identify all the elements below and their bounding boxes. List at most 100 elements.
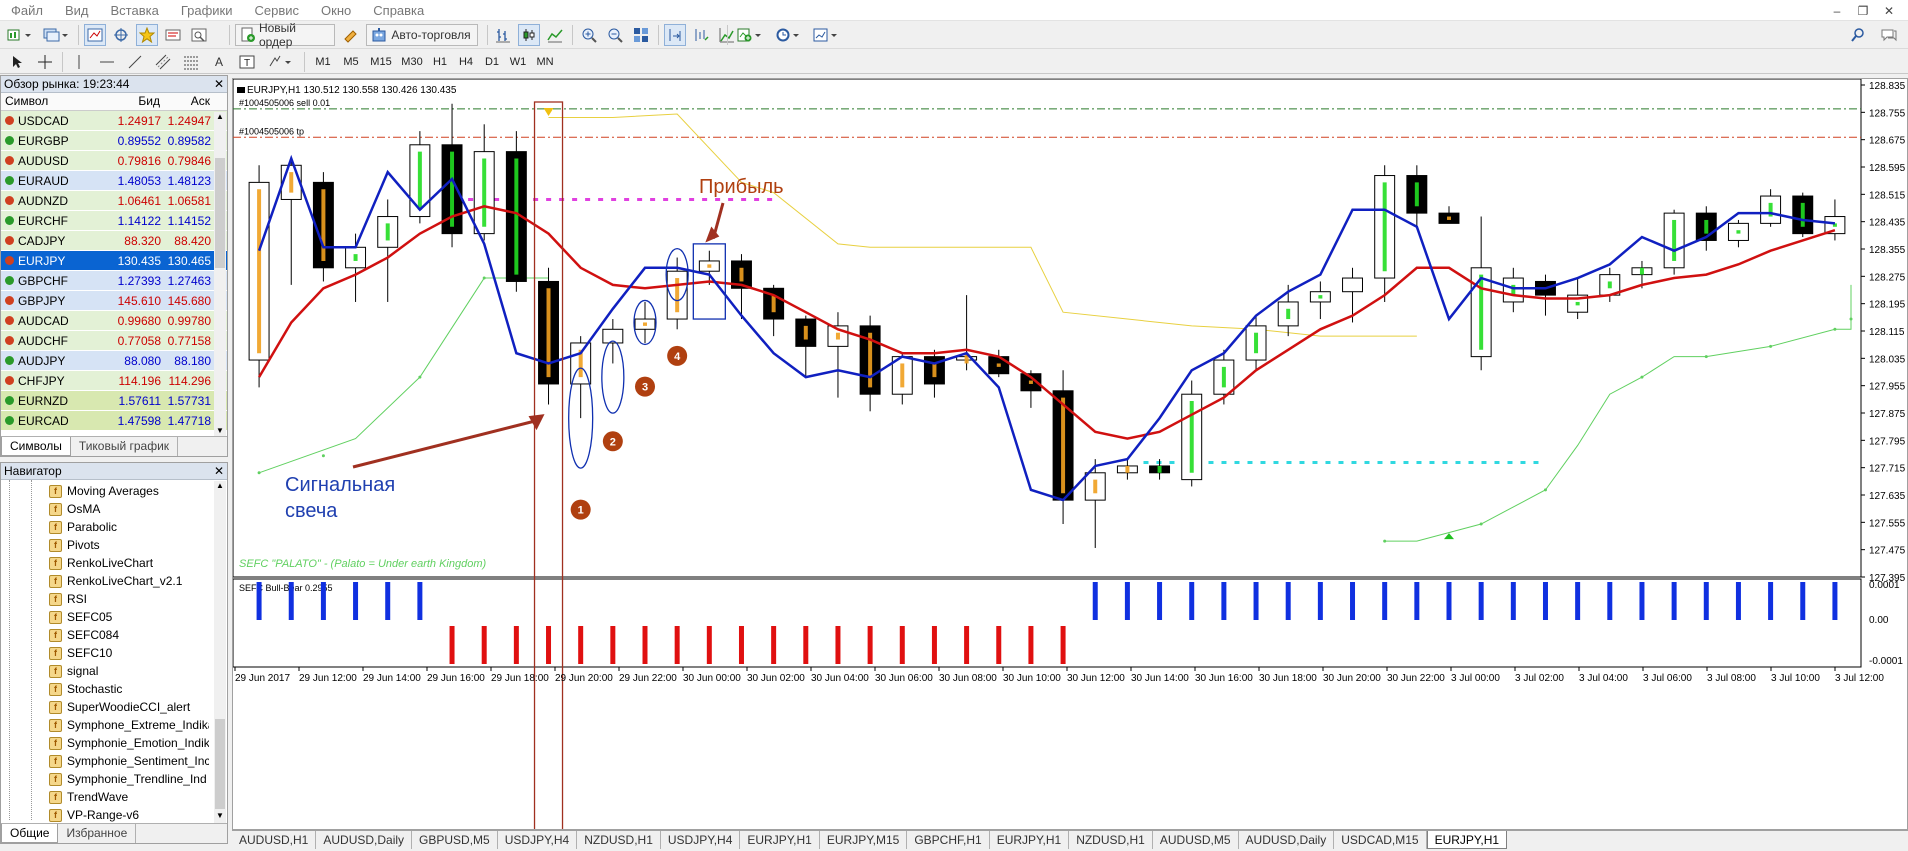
navigator-indicator-item[interactable]: f Symphone_Extreme_Indika [1, 716, 209, 734]
navigator-scrollbar[interactable]: ▲ ▼ [214, 481, 226, 823]
navigator-indicator-item[interactable]: f RenkoLiveChart [1, 554, 209, 572]
chart-window-icon[interactable] [84, 24, 106, 46]
tab-favorites[interactable]: Избранное [58, 824, 137, 843]
tab-common[interactable]: Общие [1, 824, 59, 843]
chart-tab[interactable]: AUDUSD,M5 [1153, 831, 1239, 849]
periods-clock-icon[interactable] [772, 24, 804, 46]
text-label-icon[interactable]: T [236, 51, 258, 73]
auto-trading-button[interactable]: Авто-торговля [366, 24, 478, 46]
timeframe-m5-button[interactable]: M5 [338, 52, 364, 72]
navigator-indicator-item[interactable]: f Pivots [1, 536, 209, 554]
timeframe-m30-button[interactable]: M30 [398, 52, 426, 72]
scroll-up-icon[interactable]: ▲ [214, 481, 226, 493]
navigator-indicator-item[interactable]: f signal [1, 662, 209, 680]
timeframe-h4-button[interactable]: H4 [454, 52, 478, 72]
chart-tab[interactable]: NZDUSD,H1 [1069, 831, 1153, 849]
templates-icon[interactable] [810, 24, 842, 46]
timeframe-m1-button[interactable]: M1 [310, 52, 336, 72]
navigator-indicator-item[interactable]: f SEFC05 [1, 608, 209, 626]
column-bid[interactable]: Бид [114, 93, 164, 110]
favorites-star-icon[interactable] [136, 24, 158, 46]
market-watch-row[interactable]: EURAUD 1.48053 1.48123 [1, 171, 227, 191]
bar-chart-icon[interactable] [492, 24, 514, 46]
chart-tab[interactable]: AUDUSD,Daily [316, 831, 413, 849]
menu-item[interactable]: Графики [170, 0, 244, 21]
metaeditor-icon[interactable] [340, 24, 362, 46]
scroll-down-icon[interactable]: ▼ [214, 811, 226, 823]
chart-tab[interactable]: NZDUSD,H1 [577, 831, 661, 849]
chart-tab[interactable]: GBPCHF,H1 [907, 831, 990, 849]
tile-windows-icon[interactable] [630, 24, 652, 46]
chart-tab[interactable]: EURJPY,H1 [740, 831, 820, 849]
navigator-indicator-item[interactable]: f Symphonie_Sentiment_Inc [1, 752, 209, 770]
tab-symbols[interactable]: Символы [1, 437, 71, 456]
menu-item[interactable]: Файл [0, 0, 54, 21]
market-watch-row[interactable]: AUDNZD 1.06461 1.06581 [1, 191, 227, 211]
market-watch-scrollbar[interactable]: ▲ ▼ [214, 112, 226, 438]
market-watch-row[interactable]: EURCHF 1.14122 1.14152 [1, 211, 227, 231]
close-icon[interactable]: ✕ [214, 76, 224, 92]
navigator-indicator-item[interactable]: f TrendWave [1, 788, 209, 806]
timeframe-h1-button[interactable]: H1 [428, 52, 452, 72]
menu-item[interactable]: Сервис [244, 0, 311, 21]
market-watch-row[interactable]: EURGBP 0.89552 0.89582 [1, 131, 227, 151]
menu-item[interactable]: Вставка [100, 0, 170, 21]
navigator-indicator-item[interactable]: f VP-Range-v6 [1, 806, 209, 824]
chart-tab[interactable]: AUDUSD,H1 [232, 831, 317, 849]
chart-tab[interactable]: USDCAD,M15 [1334, 831, 1427, 849]
column-ask[interactable]: Аск [164, 93, 214, 110]
column-symbol[interactable]: Символ [1, 93, 114, 110]
search-icon[interactable] [1846, 24, 1870, 46]
market-watch-row[interactable]: GBPCHF 1.27393 1.27463 [1, 271, 227, 291]
navigator-indicator-item[interactable]: f SEFC084 [1, 626, 209, 644]
navigator-indicator-item[interactable]: f Moving Averages [1, 482, 209, 500]
candlestick-chart-icon[interactable] [518, 24, 540, 46]
close-icon[interactable]: ✕ [1876, 0, 1902, 21]
market-watch-row[interactable]: USDCAD 1.24917 1.24947 [1, 111, 227, 131]
scroll-up-icon[interactable]: ▲ [214, 112, 226, 124]
minimize-icon[interactable]: – [1824, 0, 1850, 21]
navigator-indicator-item[interactable]: f SuperWoodieCCI_alert [1, 698, 209, 716]
navigator-indicator-item[interactable]: f RenkoLiveChart_v2.1 [1, 572, 209, 590]
menu-item[interactable]: Окно [310, 0, 362, 21]
arrows-icon[interactable] [264, 51, 296, 73]
navigator-indicator-item[interactable]: f Symphonie_Trendline_Ind [1, 770, 209, 788]
timeframe-mn-button[interactable]: MN [532, 52, 558, 72]
menu-item[interactable]: Вид [54, 0, 100, 21]
zoom-in-icon[interactable] [578, 24, 600, 46]
navigator-indicator-item[interactable]: f OsMA [1, 500, 209, 518]
price-chart[interactable]: 128.835 128.755 128.675 128.595 128.515 128.4… [232, 78, 1907, 843]
menu-item[interactable]: Справка [362, 0, 435, 21]
profiles-icon[interactable] [40, 24, 72, 46]
crosshair-icon[interactable] [34, 51, 56, 73]
scroll-thumb[interactable] [215, 719, 225, 809]
market-watch-row[interactable]: AUDUSD 0.79816 0.79846 [1, 151, 227, 171]
chart-tab[interactable]: EURJPY,H1 [990, 831, 1070, 849]
cursor-icon[interactable] [6, 51, 28, 73]
indicators-icon[interactable] [734, 24, 766, 46]
market-watch-row[interactable]: AUDCAD 0.99680 0.99780 [1, 311, 227, 331]
chart-tab[interactable]: GBPUSD,M5 [412, 831, 498, 849]
zoom-out-icon[interactable] [604, 24, 626, 46]
new-chart-icon[interactable] [4, 24, 36, 46]
market-watch-row[interactable]: AUDJPY 88.080 88.180 [1, 351, 227, 371]
line-chart-icon[interactable] [544, 24, 566, 46]
chart-shift-icon[interactable] [664, 24, 686, 46]
chart-tab[interactable]: USDJPY,H4 [661, 831, 741, 849]
chart-tab[interactable]: EURJPY,H1 [1426, 831, 1508, 849]
tester-icon[interactable] [188, 24, 210, 46]
vertical-line-icon[interactable] [68, 51, 90, 73]
text-tool-icon[interactable]: A [208, 51, 230, 73]
timeframe-w1-button[interactable]: W1 [506, 52, 530, 72]
autoscroll-icon[interactable] [690, 24, 712, 46]
restore-icon[interactable]: ❐ [1850, 0, 1876, 21]
market-watch-row[interactable]: EURNZD 1.57611 1.57731 [1, 391, 227, 411]
horizontal-line-icon[interactable] [96, 51, 118, 73]
tab-tick-chart[interactable]: Тиковый график [71, 437, 179, 456]
market-watch-row[interactable]: CHFJPY 114.196 114.296 [1, 371, 227, 391]
market-watch-row[interactable]: AUDCHF 0.77058 0.77158 [1, 331, 227, 351]
navigator-indicator-item[interactable]: f SEFC10 [1, 644, 209, 662]
crosshair-nav-icon[interactable] [110, 24, 132, 46]
navigator-indicator-item[interactable]: f Symphonie_Emotion_Indik [1, 734, 209, 752]
close-icon[interactable]: ✕ [214, 463, 224, 479]
